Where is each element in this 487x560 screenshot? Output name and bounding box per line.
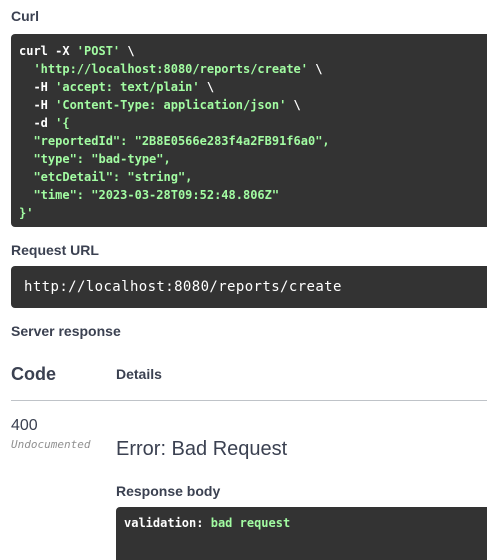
curl-line: 'http://localhost:8080/reports/create' \ — [19, 60, 487, 78]
curl-string-token: "reportedId": "2B8E0566e283f4a2FB91f6a0"… — [19, 134, 330, 148]
curl-string-token: '{ — [55, 116, 70, 130]
curl-command: curl -X 'POST' \ 'http://localhost:8080/… — [19, 42, 487, 222]
server-response-label: Server response — [11, 323, 121, 339]
curl-command-token: -d — [19, 116, 56, 130]
curl-string-token: 'http://localhost:8080/reports/create' — [33, 62, 308, 76]
curl-string-token: "type": "bad-type", — [19, 152, 171, 166]
response-body-value: bad request — [210, 516, 291, 530]
curl-command-token: \ — [199, 80, 215, 94]
curl-line: -H 'accept: text/plain' \ — [19, 78, 487, 96]
curl-command-token — [19, 62, 33, 76]
curl-line: }' — [19, 204, 487, 222]
curl-line: curl -X 'POST' \ — [19, 42, 487, 60]
curl-label: Curl — [11, 8, 39, 24]
curl-command-token: -H — [19, 80, 56, 94]
curl-string-token: "etcDetail": "string", — [19, 170, 193, 184]
response-body-block[interactable]: validation: bad request — [116, 507, 487, 560]
curl-string-token: 'accept: text/plain' — [55, 80, 200, 94]
curl-line: -H 'Content-Type: application/json' \ — [19, 96, 487, 114]
curl-line: "time": "2023-03-28T09:52:48.806Z" — [19, 186, 487, 204]
curl-command-token: \ — [308, 62, 323, 76]
curl-command-token: \ — [286, 98, 301, 112]
response-status-code: 400 — [11, 417, 38, 434]
undocumented-label: Undocumented — [11, 438, 91, 451]
curl-string-token: 'Content-Type: application/json' — [55, 98, 287, 112]
response-error-message: Error: Bad Request — [116, 438, 288, 460]
curl-string-token: }' — [19, 206, 34, 220]
request-url-label: Request URL — [11, 242, 99, 258]
curl-line: "reportedId": "2B8E0566e283f4a2FB91f6a0"… — [19, 132, 487, 150]
curl-line: "type": "bad-type", — [19, 150, 487, 168]
curl-command-token: curl -X — [19, 44, 77, 58]
curl-line: "etcDetail": "string", — [19, 168, 487, 186]
curl-code-block[interactable]: curl -X 'POST' \ 'http://localhost:8080/… — [11, 34, 487, 227]
response-body-line: validation: bad request — [124, 515, 487, 531]
code-column-header: Code — [11, 364, 56, 384]
response-body-label: Response body — [116, 483, 221, 499]
curl-string-token: "time": "2023-03-28T09:52:48.806Z" — [19, 188, 280, 202]
curl-command-token: -H — [19, 98, 56, 112]
request-url-block[interactable]: http://localhost:8080/reports/create — [11, 266, 487, 308]
swagger-response-panel: Curl curl -X 'POST' \ 'http://localhost:… — [0, 0, 487, 560]
curl-line: -d '{ — [19, 114, 487, 132]
curl-string-token: 'POST' — [76, 44, 121, 58]
request-url-value: http://localhost:8080/reports/create — [24, 279, 342, 295]
details-column-header: Details — [116, 366, 162, 382]
response-body-key: validation: — [124, 516, 204, 530]
curl-command-token: \ — [120, 44, 135, 58]
table-divider — [11, 400, 487, 401]
